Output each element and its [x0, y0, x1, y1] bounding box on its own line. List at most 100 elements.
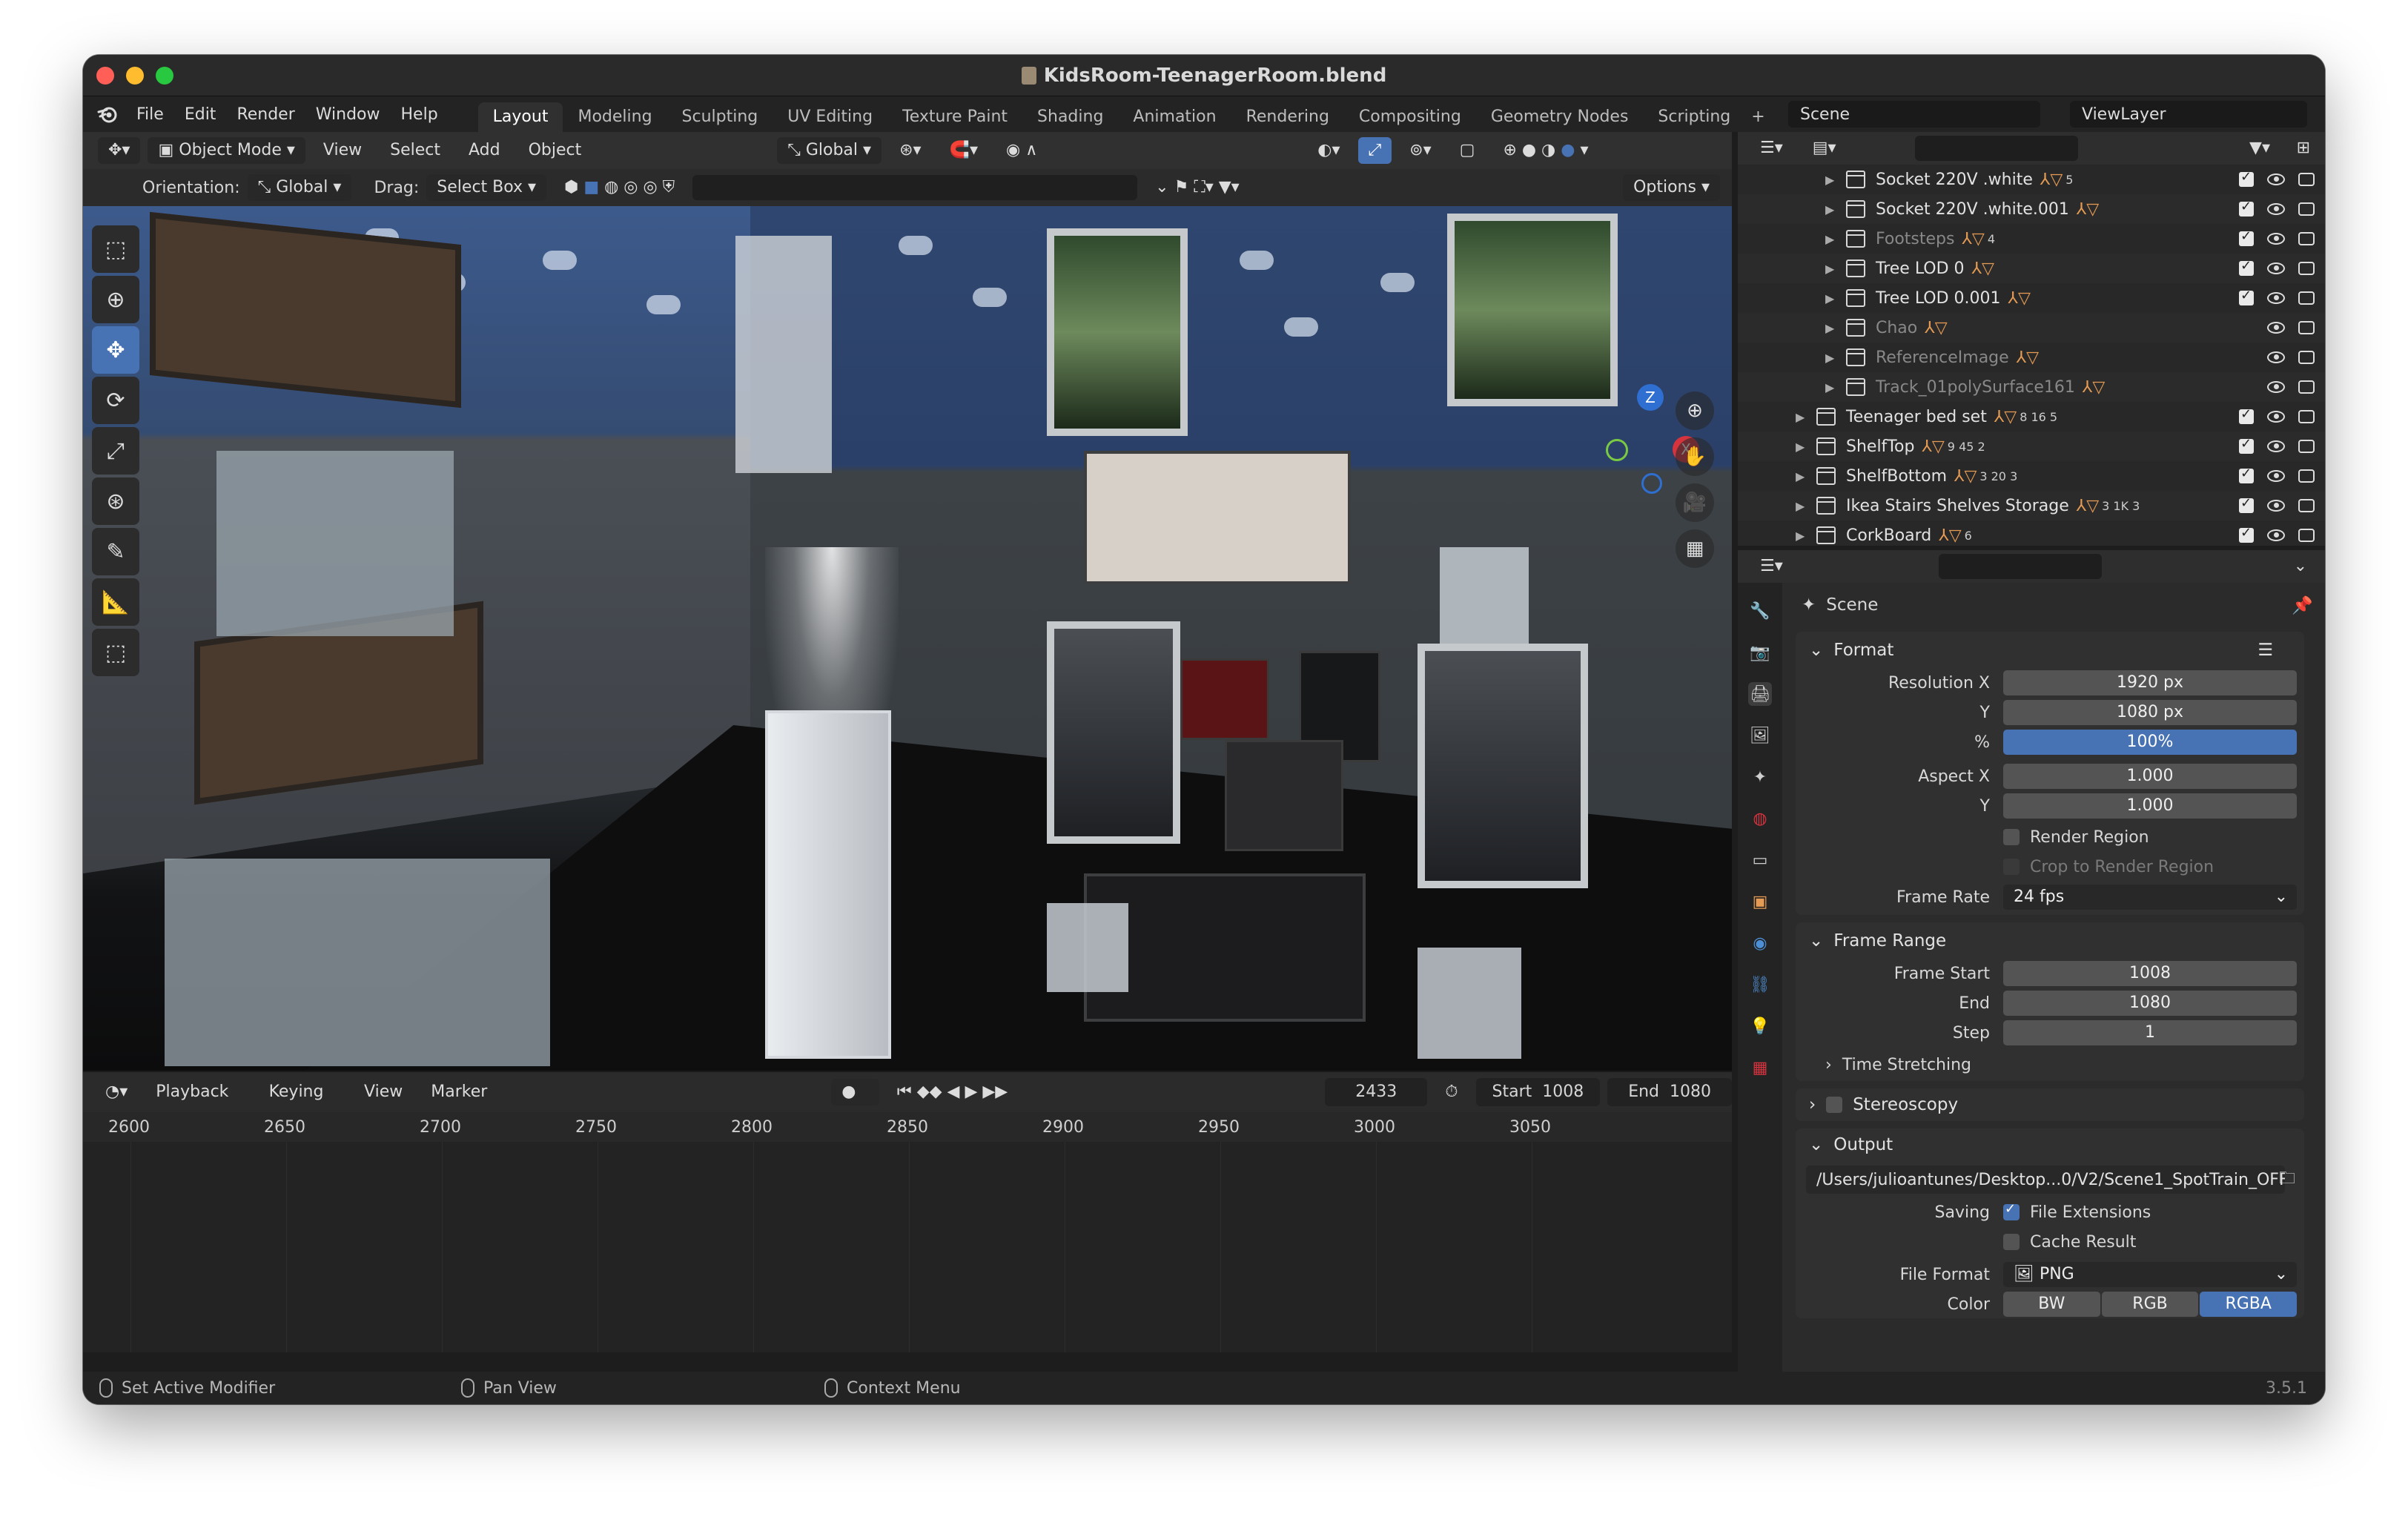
properties-options-icon[interactable]: ⌄ — [2283, 553, 2318, 580]
filter-icon[interactable]: ▼▾ — [2239, 135, 2280, 162]
pivot-icon[interactable]: ⊛▾ — [889, 137, 931, 164]
xray-icon[interactable]: ▢ — [1449, 137, 1486, 164]
time-stretching-subpanel[interactable]: › Time Stretching — [1796, 1048, 2304, 1081]
eye-icon[interactable] — [2267, 322, 2285, 334]
world-tab-icon[interactable]: ◍ — [1748, 807, 1772, 830]
outliner-row[interactable]: ▶ Teenager bed set ⅄▽ 8 16 5 — [1738, 402, 2325, 432]
end-frame-field[interactable]: End 1080 — [1607, 1078, 1732, 1106]
timeline-menu-playback[interactable]: Playback ▾ — [145, 1079, 251, 1128]
format-panel-header[interactable]: ⌄ Format ☰ — [1796, 632, 2304, 669]
maximize-button[interactable] — [156, 67, 173, 85]
eye-icon[interactable] — [2267, 351, 2285, 363]
eye-icon[interactable] — [2267, 500, 2285, 512]
scale-tool-icon[interactable]: ⤢ — [92, 427, 139, 475]
data-tab-icon[interactable]: 💡 — [1748, 1014, 1772, 1038]
outliner-row[interactable]: ▶ ShelfTop ⅄▽ 9 45 2 — [1738, 432, 2325, 461]
outliner-search-input[interactable] — [1914, 136, 2078, 161]
outliner-row[interactable]: ▶ Tree LOD 0.001 ⅄▽ — [1738, 283, 2325, 313]
tab-scripting[interactable]: Scripting — [1643, 102, 1745, 132]
file-format-dropdown[interactable]: 🖼 PNG ⌄ — [2003, 1262, 2297, 1287]
shading-modes[interactable]: ⊕ ● ◑ ● ▾ — [1492, 137, 1598, 164]
menu-add[interactable]: Add — [458, 137, 511, 164]
frame-start-field[interactable]: 1008 — [2003, 961, 2297, 986]
annotate-tool-icon[interactable]: ✎ — [92, 528, 139, 575]
exclude-checkbox[interactable] — [2239, 288, 2254, 305]
tab-rendering[interactable]: Rendering — [1231, 102, 1344, 132]
texture-tab-icon[interactable]: ▦ — [1748, 1056, 1772, 1080]
object-tab-icon[interactable]: ▣ — [1748, 890, 1772, 913]
new-collection-icon[interactable]: ⊞ — [2286, 135, 2321, 162]
rotate-tool-icon[interactable]: ⟳ — [92, 377, 139, 424]
timeline-ruler[interactable]: 2600 2650 2700 2750 2800 2850 2900 2950 … — [83, 1112, 1732, 1142]
expand-arrow-icon[interactable]: ▶ — [1825, 291, 1836, 305]
3d-viewport[interactable]: ⬚ ⊕ ✥ ⟳ ⤢ ⊛ ✎ 📐 ⬚ Z X ⊕ ✋ 🎥 ▦ — [83, 206, 1732, 1071]
expand-arrow-icon[interactable]: ▶ — [1796, 529, 1806, 543]
perspective-grid-icon[interactable]: ▦ — [1676, 529, 1714, 568]
expand-arrow-icon[interactable]: ▶ — [1825, 232, 1836, 246]
expand-arrow-icon[interactable]: ▶ — [1825, 321, 1836, 335]
camera-view-icon[interactable]: 🎥 — [1676, 483, 1714, 522]
exclude-checkbox[interactable] — [2239, 169, 2254, 187]
exclude-checkbox[interactable] — [2239, 199, 2254, 217]
tab-sculpting[interactable]: Sculpting — [667, 102, 773, 132]
color-rgba-option[interactable]: RGBA — [2200, 1292, 2298, 1317]
eye-icon[interactable] — [2267, 203, 2285, 215]
outliner-row[interactable]: ▶ Socket 220V .white ⅄▽ 5 — [1738, 165, 2325, 194]
menu-help[interactable]: Help — [391, 105, 449, 124]
eye-icon[interactable] — [2267, 470, 2285, 482]
options-dropdown[interactable]: Options ▾ — [1623, 174, 1720, 201]
crop-region-checkbox[interactable]: Crop to Render Region — [2003, 858, 2214, 876]
minimize-button[interactable] — [126, 67, 144, 85]
exclude-checkbox[interactable] — [2239, 258, 2254, 276]
outliner-row[interactable]: ▶ Socket 220V .white.001 ⅄▽ — [1738, 194, 2325, 224]
outliner-row[interactable]: ▶ Track_01polySurface161 ⅄▽ — [1738, 372, 2325, 402]
eye-icon[interactable] — [2267, 292, 2285, 304]
tab-modeling[interactable]: Modeling — [563, 102, 666, 132]
gizmo-toggle-icon[interactable]: ⤢ — [1357, 137, 1392, 164]
eye-icon[interactable] — [2267, 262, 2285, 274]
proportional-edit-icon[interactable]: ◉ ∧ — [996, 137, 1048, 164]
resolution-percent-slider[interactable]: 100% — [2003, 730, 2297, 755]
eye-icon[interactable] — [2267, 233, 2285, 245]
expand-arrow-icon[interactable]: ▶ — [1825, 380, 1836, 394]
menu-object[interactable]: Object — [518, 137, 592, 164]
visibility-icon[interactable]: ◐▾ — [1307, 137, 1350, 164]
view-layer-tab-icon[interactable]: 🖼 — [1748, 724, 1772, 747]
orientation-dropdown[interactable]: ⤡ Global ▾ — [247, 174, 352, 201]
cache-result-checkbox[interactable]: Cache Result — [2003, 1233, 2136, 1252]
exclude-checkbox[interactable] — [2239, 495, 2254, 513]
expand-arrow-icon[interactable]: ▶ — [1796, 499, 1806, 513]
mode-dropdown[interactable]: ▣ Object Mode ▾ — [148, 137, 305, 164]
camera-icon[interactable] — [2298, 440, 2315, 453]
add-cube-tool-icon[interactable]: ⬚ — [92, 629, 139, 676]
menu-view[interactable]: View — [313, 137, 372, 164]
tab-texture-paint[interactable]: Texture Paint — [887, 102, 1022, 132]
collection-tab-icon[interactable]: ▭ — [1748, 848, 1772, 872]
timeline-menu-view[interactable]: View — [354, 1079, 413, 1105]
camera-icon[interactable] — [2298, 262, 2315, 275]
timeline-menu-keying[interactable]: Keying ▾ — [259, 1079, 346, 1128]
frame-step-field[interactable]: 1 — [2003, 1020, 2297, 1045]
eye-icon[interactable] — [2267, 529, 2285, 541]
overlay-icon[interactable]: ⊚▾ — [1399, 137, 1441, 164]
blender-logo-icon[interactable] — [96, 103, 119, 125]
snap-icon[interactable]: 🧲▾ — [939, 137, 988, 164]
exclude-checkbox[interactable] — [2239, 436, 2254, 454]
stereoscopy-checkbox[interactable] — [1826, 1097, 1843, 1113]
frame-end-field[interactable]: 1080 — [2003, 991, 2297, 1016]
camera-icon[interactable] — [2298, 499, 2315, 512]
outliner-row[interactable]: ▶ CorkBoard ⅄▽ 6 — [1738, 520, 2325, 550]
output-header[interactable]: ⌄ Output — [1796, 1128, 2304, 1161]
outliner-row[interactable]: ▶ ShelfBottom ⅄▽ 3 20 3 — [1738, 461, 2325, 491]
color-bw-option[interactable]: BW — [2003, 1292, 2100, 1317]
tool-tab-icon[interactable]: 🔧 — [1748, 599, 1772, 623]
transform-orientation-dropdown[interactable]: ⤡ Global ▾ — [777, 137, 882, 164]
output-path-field[interactable]: /Users/julioantunes/Desktop...0/V2/Scene… — [1806, 1166, 2295, 1194]
render-tab-icon[interactable]: 📷 — [1748, 641, 1772, 664]
close-button[interactable] — [96, 67, 114, 85]
camera-icon[interactable] — [2298, 173, 2315, 186]
tab-geometry-nodes[interactable]: Geometry Nodes — [1476, 102, 1644, 132]
menu-window[interactable]: Window — [305, 105, 391, 124]
expand-arrow-icon[interactable]: ▶ — [1825, 202, 1836, 217]
tab-layout[interactable]: Layout — [477, 102, 563, 132]
